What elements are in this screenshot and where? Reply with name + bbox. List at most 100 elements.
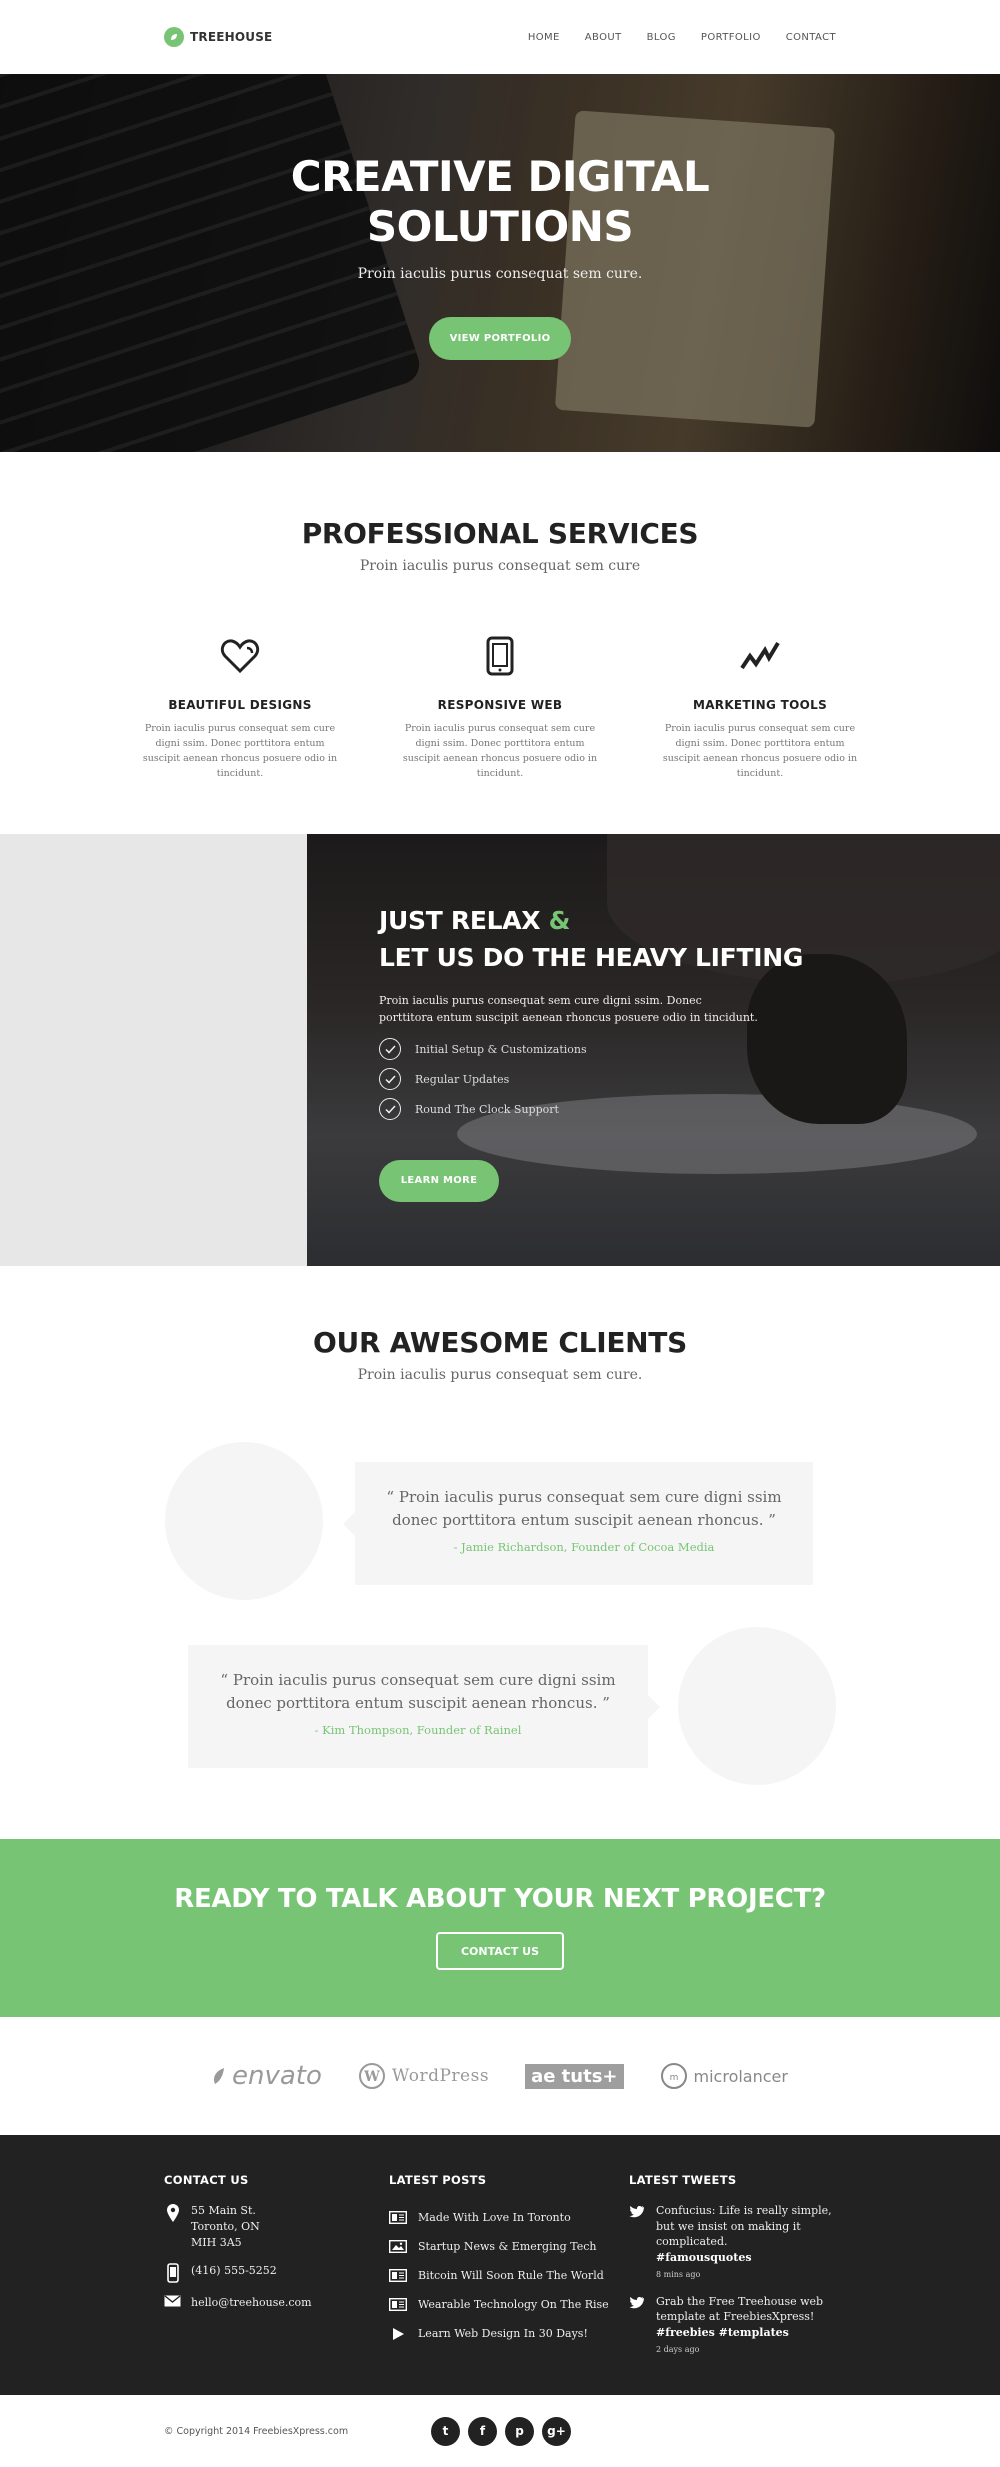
service-text: Proin iaculis purus consequat sem cure d…: [142, 723, 338, 779]
tweet-item: Confucius: Life is really simple, but we…: [629, 2203, 836, 2283]
mail-icon: [164, 2295, 181, 2311]
nav-contact[interactable]: CONTACT: [786, 32, 836, 43]
envato-leaf-icon: [214, 2068, 225, 2084]
testimonial-card: “ Proin iaculis purus consequat sem cure…: [188, 1645, 660, 1768]
bottom-bar: © Copyright 2014 FreebiesXpress.com t f …: [0, 2395, 1000, 2467]
check-icon: [379, 1038, 401, 1060]
nav-home[interactable]: HOME: [528, 32, 560, 43]
footer-tweets: LATEST TWEETS Confucius: Life is really …: [629, 2173, 836, 2369]
twitter-icon[interactable]: t: [431, 2416, 460, 2446]
hero-subtitle: Proin iaculis purus consequat sem cure.: [357, 266, 643, 282]
relax-description: Proin iaculis purus consequat sem cure d…: [379, 994, 758, 1024]
microlancer-logo[interactable]: m microlancer: [660, 2062, 788, 2090]
leaf-icon: [164, 27, 184, 47]
testimonial-card: “ Proin iaculis purus consequat sem cure…: [343, 1462, 813, 1585]
services-section: PROFESSIONAL SERVICES Proin iaculis puru…: [0, 452, 1000, 834]
chart-icon: [660, 632, 860, 680]
logo[interactable]: TREEHOUSE: [164, 27, 272, 47]
phone-icon: [164, 2263, 181, 2283]
clients-title: OUR AWESOME CLIENTS: [313, 1326, 687, 1359]
nav-portfolio[interactable]: PORTFOLIO: [701, 32, 761, 43]
svg-text:m: m: [669, 2073, 678, 2083]
feature-list: Initial Setup & Customizations Regular U…: [379, 1034, 839, 1124]
address: 55 Main St. Toronto, ON MIH 3A5: [164, 2203, 389, 2251]
contact-us-button[interactable]: CONTACT US: [436, 1932, 564, 1970]
post-link[interactable]: Bitcoin Will Soon Rule The World: [389, 2261, 629, 2290]
tweet-item: Grab the Free Treehouse web template at …: [629, 2294, 836, 2358]
service-item: RESPONSIVE WEB Proin iaculis purus conse…: [400, 632, 600, 781]
site-footer: CONTACT US 55 Main St. Toronto, ON MIH 3…: [0, 2135, 1000, 2395]
footer-posts-title: LATEST POSTS: [389, 2173, 487, 2187]
footer-tweets-title: LATEST TWEETS: [629, 2173, 737, 2187]
twitter-bird-icon: [629, 2294, 645, 2358]
client-avatar: [678, 1627, 836, 1785]
facebook-icon[interactable]: f: [468, 2416, 497, 2446]
view-portfolio-button[interactable]: VIEW PORTFOLIO: [429, 317, 571, 360]
hero-title-line2: SOLUTIONS: [366, 202, 634, 251]
check-icon: [379, 1068, 401, 1090]
main-nav: HOME ABOUT BLOG PORTFOLIO CONTACT: [503, 32, 836, 43]
tutsplus-logo[interactable]: ae tuts+: [525, 2063, 624, 2089]
partners-section: envato W WordPress ae tuts+ m microlance…: [0, 2017, 1000, 2135]
phone: (416) 555-5252: [164, 2263, 389, 2283]
relax-side-panel: [0, 834, 307, 1266]
wordpress-logo[interactable]: W WordPress: [358, 2062, 489, 2090]
nav-about[interactable]: ABOUT: [585, 32, 622, 43]
footer-contact-title: CONTACT US: [164, 2173, 249, 2187]
post-link[interactable]: Startup News & Emerging Tech: [389, 2232, 629, 2261]
services-title: PROFESSIONAL SERVICES: [301, 517, 699, 550]
clients-subtitle: Proin iaculis purus consequat sem cure.: [357, 1367, 643, 1383]
relax-image-panel: JUST RELAX & LET US DO THE HEAVY LIFTING…: [307, 834, 1000, 1266]
client-avatar: [165, 1442, 323, 1600]
play-icon: [389, 2327, 407, 2341]
nav-blog[interactable]: BLOG: [647, 32, 676, 43]
googleplus-icon[interactable]: g+: [542, 2416, 571, 2446]
copyright: © Copyright 2014 FreebiesXpress.com: [164, 2425, 349, 2437]
tweet-hashtags[interactable]: #famousquotes: [656, 2251, 752, 2264]
tweet-time: 8 mins ago: [656, 2270, 701, 2279]
learn-more-button[interactable]: LEARN MORE: [379, 1160, 499, 1202]
tweet-hashtags[interactable]: #freebies #templates: [656, 2326, 789, 2339]
relax-title: JUST RELAX & LET US DO THE HEAVY LIFTING: [379, 906, 804, 972]
service-title: MARKETING TOOLS: [692, 698, 828, 712]
post-link[interactable]: Made With Love In Toronto: [389, 2203, 629, 2232]
clients-section: OUR AWESOME CLIENTS Proin iaculis purus …: [0, 1266, 1000, 1839]
heart-icon: [140, 632, 340, 680]
feature-item: Round The Clock Support: [379, 1094, 839, 1124]
footer-posts: LATEST POSTS Made With Love In Toronto S…: [389, 2173, 629, 2369]
mobile-icon: [400, 632, 600, 680]
testimonial-text: “ Proin iaculis purus consequat sem cure…: [386, 1488, 782, 1529]
cta-title: READY TO TALK ABOUT YOUR NEXT PROJECT?: [174, 1884, 826, 1914]
image-icon: [389, 2240, 407, 2253]
feature-item: Initial Setup & Customizations: [379, 1034, 839, 1064]
relax-section: JUST RELAX & LET US DO THE HEAVY LIFTING…: [0, 834, 1000, 1266]
service-item: MARKETING TOOLS Proin iaculis purus cons…: [660, 632, 860, 781]
service-item: BEAUTIFUL DESIGNS Proin iaculis purus co…: [140, 632, 340, 781]
twitter-bird-icon: [629, 2203, 645, 2283]
testimonial-text: “ Proin iaculis purus consequat sem cure…: [220, 1671, 616, 1712]
tweet-time: 2 days ago: [656, 2345, 700, 2354]
service-text: Proin iaculis purus consequat sem cure d…: [402, 723, 598, 779]
post-link[interactable]: Learn Web Design In 30 Days!: [389, 2319, 629, 2348]
logo-text: TREEHOUSE: [190, 30, 273, 44]
article-icon: [389, 2298, 407, 2311]
wordpress-icon: W: [358, 2063, 385, 2089]
microlancer-icon: m: [660, 2063, 687, 2089]
tweet-text: Grab the Free Treehouse web template at …: [656, 2294, 824, 2324]
cta-section: READY TO TALK ABOUT YOUR NEXT PROJECT? C…: [0, 1839, 1000, 2017]
services-subtitle: Proin iaculis purus consequat sem cure: [359, 558, 641, 574]
tweet-text: Confucius: Life is really simple, but we…: [656, 2204, 832, 2248]
testimonial-author: - Kim Thompson, Founder of Rainel: [314, 1723, 522, 1737]
hero-title: CREATIVE DIGITAL SOLUTIONS: [0, 152, 1000, 252]
email: hello@treehouse.com: [164, 2295, 389, 2311]
service-text: Proin iaculis purus consequat sem cure d…: [662, 723, 858, 779]
feature-item: Regular Updates: [379, 1064, 839, 1094]
envato-logo[interactable]: envato: [212, 2061, 322, 2091]
hero-title-line1: CREATIVE DIGITAL: [290, 152, 710, 201]
site-header: TREEHOUSE HOME ABOUT BLOG PORTFOLIO CONT…: [0, 0, 1000, 74]
post-link[interactable]: Wearable Technology On The Rise: [389, 2290, 629, 2319]
pinterest-icon[interactable]: p: [505, 2416, 534, 2446]
location-pin-icon: [164, 2203, 181, 2251]
social-links: t f p g+: [431, 2416, 571, 2446]
svg-text:W: W: [363, 2069, 380, 2085]
